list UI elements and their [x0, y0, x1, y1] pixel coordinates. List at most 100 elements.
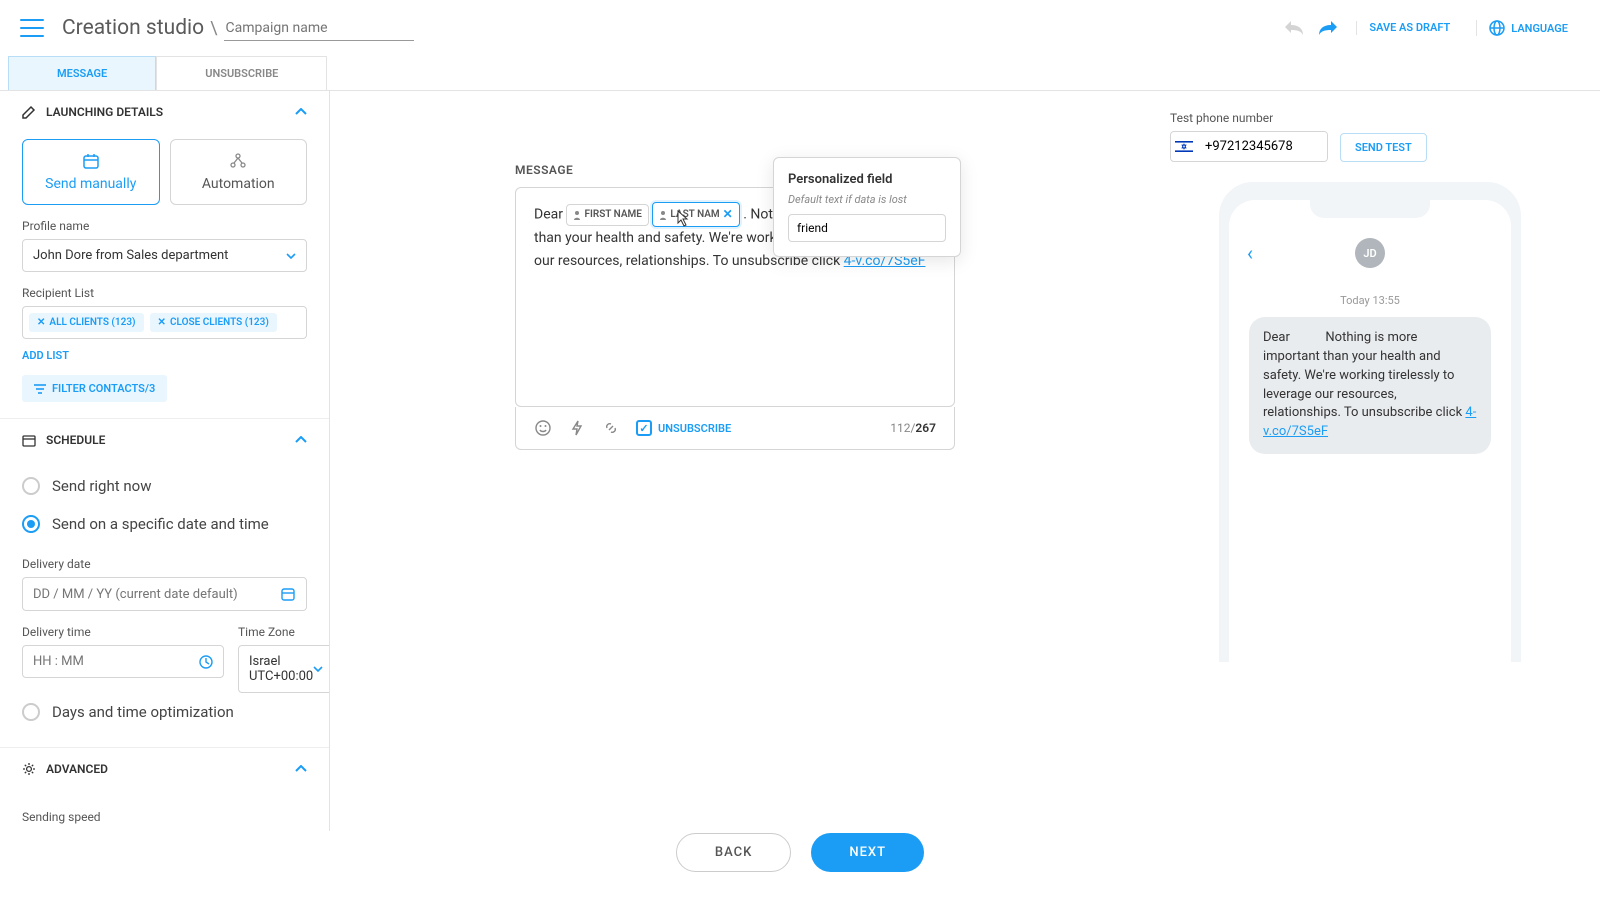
app-header: Creation studio \ SAVE AS DRAFT LANGUAGE [0, 0, 1600, 56]
personalized-field-popover: Personalized field Default text if data … [773, 157, 961, 257]
redo-icon[interactable] [1314, 14, 1342, 42]
filter-contacts-button[interactable]: FILTER CONTACTS/3 [22, 375, 167, 402]
edit-icon [22, 105, 36, 119]
test-phone-input[interactable] [1197, 132, 1327, 161]
editor-toolbar: ✓ UNSUBSCRIBE 112/267 [515, 407, 955, 450]
radio-icon [22, 703, 40, 721]
advanced-title: ADVANCED [46, 762, 108, 776]
emoji-icon[interactable] [534, 419, 552, 437]
footer-actions: BACK NEXT [0, 833, 1600, 872]
delivery-date-label: Delivery date [22, 557, 307, 571]
automation-label: Automation [202, 176, 275, 192]
chevron-down-icon [286, 253, 296, 259]
popover-title: Personalized field [788, 172, 946, 187]
back-button[interactable]: BACK [676, 833, 791, 872]
language-label: LANGUAGE [1511, 22, 1568, 35]
calendar-icon [82, 152, 100, 170]
tag-first-label: FIRST NAME [584, 207, 641, 223]
automation-icon [229, 152, 247, 170]
send-now-option[interactable]: Send right now [22, 467, 307, 505]
gear-icon [22, 762, 36, 776]
profile-name-select[interactable]: John Dore from Sales department [22, 239, 307, 272]
timezone-value: Israel UTC+00:00 [249, 654, 313, 684]
chevron-up-icon [295, 436, 307, 444]
close-icon[interactable]: ✕ [723, 205, 733, 224]
calendar-icon [22, 433, 36, 447]
send-specific-option[interactable]: Send on a specific date and time [22, 505, 307, 543]
advanced-header[interactable]: ADVANCED [0, 747, 329, 790]
clock-icon [199, 655, 213, 669]
delivery-time-field[interactable] [33, 654, 199, 669]
profile-name-label: Profile name [22, 219, 307, 233]
add-list-button[interactable]: ADD LIST [22, 349, 69, 362]
schedule-header[interactable]: SCHEDULE [0, 418, 329, 461]
bubble-body: Nothing is more important than your heal… [1263, 330, 1465, 420]
studio-title: Creation studio [62, 16, 204, 40]
chip-label: ALL CLIENTS (123) [49, 317, 135, 328]
calendar-icon [280, 586, 296, 602]
tab-message[interactable]: MESSAGE [8, 56, 156, 90]
days-optimization-option[interactable]: Days and time optimization [22, 693, 307, 731]
phone-notch [1310, 200, 1430, 218]
delivery-date-field[interactable] [33, 587, 280, 602]
flag-icon[interactable] [1171, 134, 1197, 160]
globe-icon [1489, 20, 1505, 36]
campaign-name-input[interactable] [224, 16, 414, 41]
delivery-date-input[interactable] [22, 577, 307, 611]
chip-all-clients[interactable]: ✕ ALL CLIENTS (123) [29, 313, 144, 332]
cursor-icon [672, 210, 690, 232]
chevron-up-icon [295, 108, 307, 116]
tag-first-name[interactable]: FIRST NAME [566, 204, 648, 226]
sending-speed-label: Sending speed [22, 810, 307, 824]
person-icon [573, 210, 581, 220]
delivery-time-input[interactable] [22, 645, 224, 678]
chip-close-clients[interactable]: ✕CLOSE CLIENTS (123) [150, 313, 277, 332]
phone-back-icon[interactable]: ‹ [1247, 241, 1253, 265]
person-icon [659, 210, 667, 220]
recipient-chips[interactable]: ✕ ALL CLIENTS (123) ✕CLOSE CLIENTS (123) [22, 306, 307, 339]
close-icon[interactable]: ✕ [37, 317, 45, 328]
popover-default-input[interactable] [788, 214, 946, 242]
editor-panel: Personalized field Default text if data … [330, 91, 1140, 831]
bubble-pre: Dear [1263, 330, 1293, 345]
bolt-icon[interactable] [568, 419, 586, 437]
automation-button[interactable]: Automation [170, 139, 308, 205]
menu-icon[interactable] [20, 19, 44, 37]
send-test-button[interactable]: SEND TEST [1340, 133, 1427, 162]
timezone-select[interactable]: Israel UTC+00:00 [238, 645, 330, 693]
send-now-label: Send right now [52, 477, 151, 495]
sidebar: LAUNCHING DETAILS Send manually Automati… [0, 91, 330, 831]
unsubscribe-toggle[interactable]: ✓ UNSUBSCRIBE [636, 420, 731, 436]
next-button[interactable]: NEXT [811, 833, 924, 872]
char-counter: 112/267 [890, 421, 936, 435]
schedule-title: SCHEDULE [46, 433, 105, 447]
filter-label: FILTER CONTACTS/3 [52, 382, 155, 395]
undo-icon[interactable] [1280, 14, 1308, 42]
radio-icon [22, 477, 40, 495]
send-manually-button[interactable]: Send manually [22, 139, 160, 205]
launching-details-header[interactable]: LAUNCHING DETAILS [0, 91, 329, 133]
language-button[interactable]: LANGUAGE [1476, 20, 1580, 36]
send-specific-label: Send on a specific date and time [52, 515, 269, 533]
tabs-bar: MESSAGE UNSUBSCRIBE [0, 56, 1600, 91]
link-icon[interactable] [602, 419, 620, 437]
timezone-label: Time Zone [238, 625, 330, 639]
breadcrumb-separator: \ [210, 18, 217, 39]
days-opt-label: Days and time optimization [52, 703, 234, 721]
chevron-up-icon [295, 765, 307, 773]
launching-title: LAUNCHING DETAILS [46, 105, 163, 119]
radio-icon [22, 515, 40, 533]
avatar: JD [1355, 238, 1385, 268]
tab-unsubscribe[interactable]: UNSUBSCRIBE [156, 56, 327, 90]
delivery-time-label: Delivery time [22, 625, 224, 639]
filter-icon [34, 384, 46, 394]
send-manually-label: Send manually [45, 176, 136, 192]
chevron-down-icon [313, 666, 323, 672]
recipient-list-label: Recipient List [22, 286, 307, 300]
count-used: 112 [890, 421, 910, 435]
tag-last-name[interactable]: LAST NAM ✕ [652, 202, 739, 227]
message-bubble: Dear Nothing is more important than your… [1249, 317, 1491, 454]
test-phone-field[interactable] [1170, 131, 1328, 162]
close-icon[interactable]: ✕ [158, 317, 166, 328]
save-as-draft-button[interactable]: SAVE AS DRAFT [1356, 21, 1462, 34]
